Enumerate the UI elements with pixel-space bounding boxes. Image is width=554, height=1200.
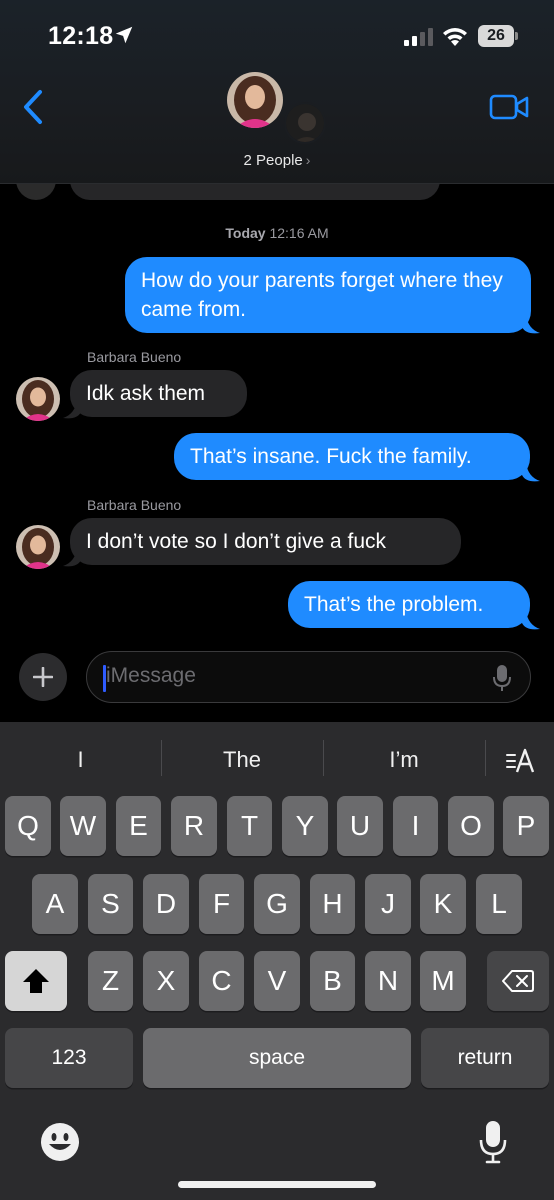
wifi-icon: [443, 28, 467, 46]
key-q[interactable]: Q: [5, 796, 51, 856]
battery-icon: 26: [478, 25, 518, 47]
chevron-left-icon[interactable]: [20, 88, 46, 126]
key-s[interactable]: S: [88, 874, 133, 934]
delete-icon: [502, 970, 534, 992]
suggestion-3[interactable]: I’m: [324, 746, 484, 776]
text-format-icon[interactable]: [506, 748, 536, 774]
key-a[interactable]: A: [32, 874, 78, 934]
apps-plus-button[interactable]: [19, 653, 67, 701]
key-m[interactable]: M: [420, 951, 466, 1011]
suggestion-divider: [485, 740, 486, 776]
key-w[interactable]: W: [60, 796, 106, 856]
participants-label[interactable]: 2 People ›: [0, 152, 554, 169]
avatar[interactable]: [16, 525, 60, 569]
sender-name: Barbara Bueno: [87, 497, 182, 513]
suggestion-2[interactable]: The: [162, 746, 322, 776]
home-indicator[interactable]: [178, 1181, 376, 1188]
message-bubble-outgoing[interactable]: That’s the problem.: [288, 581, 530, 628]
key-i[interactable]: I: [393, 796, 438, 856]
bubble-tail: [522, 463, 540, 482]
sender-name: Barbara Bueno: [87, 349, 182, 365]
return-key[interactable]: return: [421, 1028, 549, 1088]
cellular-signal-icon: [404, 28, 433, 46]
conversation-header: 12:18 26 2 People ›: [0, 0, 554, 184]
bubble-tail: [63, 400, 81, 419]
key-g[interactable]: G: [254, 874, 300, 934]
video-camera-icon[interactable]: [489, 93, 529, 121]
key-e[interactable]: E: [116, 796, 161, 856]
key-d[interactable]: D: [143, 874, 189, 934]
key-u[interactable]: U: [337, 796, 383, 856]
shift-key[interactable]: [5, 951, 67, 1011]
battery-level: 26: [487, 27, 505, 44]
key-z[interactable]: Z: [88, 951, 133, 1011]
key-o[interactable]: O: [448, 796, 494, 856]
group-avatar[interactable]: [284, 102, 326, 144]
message-input[interactable]: iMessage: [86, 651, 531, 703]
bubble-tail: [522, 611, 540, 630]
dictation-icon[interactable]: [478, 1120, 508, 1164]
key-y[interactable]: Y: [282, 796, 328, 856]
shift-icon: [23, 969, 49, 993]
key-v[interactable]: V: [254, 951, 300, 1011]
key-t[interactable]: T: [227, 796, 272, 856]
key-f[interactable]: F: [199, 874, 244, 934]
microphone-icon[interactable]: [492, 664, 512, 692]
message-input-placeholder: iMessage: [106, 664, 196, 687]
chevron-right-icon: ›: [305, 152, 311, 168]
bubble-tail: [522, 315, 540, 334]
key-r[interactable]: R: [171, 796, 217, 856]
key-n[interactable]: N: [365, 951, 411, 1011]
timestamp: Today 12:16 AM: [225, 225, 329, 241]
key-l[interactable]: L: [476, 874, 522, 934]
plus-icon: [33, 667, 53, 687]
contact-avatar[interactable]: [227, 72, 283, 128]
key-j[interactable]: J: [365, 874, 411, 934]
key-c[interactable]: C: [199, 951, 244, 1011]
numbers-key[interactable]: 123: [5, 1028, 133, 1088]
suggestion-1[interactable]: I: [0, 746, 161, 776]
avatar[interactable]: [16, 377, 60, 421]
message-bubble-incoming[interactable]: Idk ask them: [70, 370, 247, 417]
key-x[interactable]: X: [143, 951, 189, 1011]
keyboard: I The I’m Q W E R T Y U I O P A S D F G …: [0, 722, 554, 1200]
key-h[interactable]: H: [310, 874, 355, 934]
space-key[interactable]: space: [143, 1028, 411, 1088]
message-bubble-incoming[interactable]: I don’t vote so I don’t give a fuck: [70, 518, 461, 565]
bubble-tail: [63, 548, 81, 567]
message-bubble-outgoing[interactable]: How do your parents forget where they ca…: [125, 257, 531, 333]
key-p[interactable]: P: [503, 796, 549, 856]
status-time: 12:18: [48, 22, 114, 50]
key-b[interactable]: B: [310, 951, 355, 1011]
location-arrow-icon: [115, 26, 133, 44]
delete-key[interactable]: [487, 951, 549, 1011]
emoji-icon[interactable]: [40, 1122, 80, 1162]
message-bubble-outgoing[interactable]: That’s insane. Fuck the family.: [174, 433, 530, 480]
key-k[interactable]: K: [420, 874, 466, 934]
